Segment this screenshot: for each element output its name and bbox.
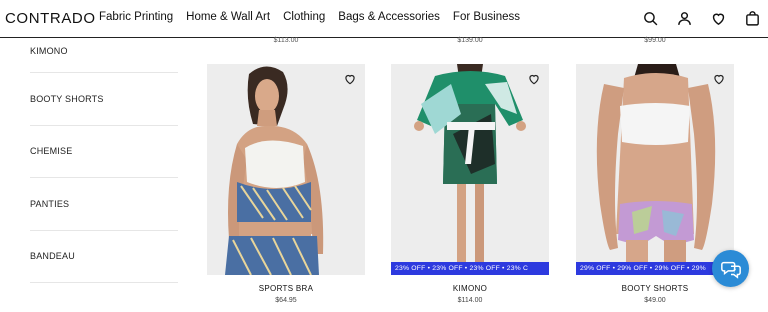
wishlist-heart-icon[interactable] [712, 72, 726, 86]
sidebar-item-bandeau[interactable]: BANDEAU [30, 231, 178, 283]
wishlist-heart-icon[interactable] [527, 72, 541, 86]
nav-item-for-business[interactable]: For Business [453, 11, 520, 23]
product-price: $49.00 [644, 297, 666, 304]
nav-item-clothing[interactable]: Clothing [283, 11, 325, 23]
discount-banner: 29% OFF • 29% OFF • 29% OFF • 29% [576, 262, 734, 275]
product-name[interactable]: SPORTS BRA [207, 284, 365, 293]
site-logo[interactable]: CONTRADO [5, 10, 96, 27]
product-image[interactable]: 23% OFF • 23% OFF • 23% OFF • 23% C [391, 64, 549, 275]
booty-shorts-model-image [596, 64, 716, 275]
user-icon[interactable] [674, 8, 694, 28]
main-nav: Fabric Printing Home & Wall Art Clothing… [99, 11, 533, 23]
prev-row-price: $139.00 [457, 37, 483, 44]
product-image[interactable] [207, 64, 365, 275]
chat-help-button[interactable]: ? [712, 250, 749, 287]
nav-item-home-wall-art[interactable]: Home & Wall Art [186, 11, 270, 23]
prev-row-price: $99.00 [644, 37, 666, 44]
product-name[interactable]: KIMONO [391, 284, 549, 293]
wishlist-heart-icon[interactable] [343, 72, 357, 86]
sports-bra-model-image [225, 66, 324, 275]
category-sidebar: KIMONO BOOTY SHORTS CHEMISE PANTIES BAND… [30, 46, 178, 283]
site-header: CONTRADO Fabric Printing Home & Wall Art… [0, 0, 768, 38]
product-image[interactable]: 29% OFF • 29% OFF • 29% OFF • 29% [576, 64, 734, 275]
discount-banner: 23% OFF • 23% OFF • 23% OFF • 23% C [391, 262, 549, 275]
nav-item-fabric-printing[interactable]: Fabric Printing [99, 11, 173, 23]
product-price: $64.95 [275, 297, 297, 304]
search-icon[interactable] [640, 8, 660, 28]
prev-row-price: $113.00 [273, 37, 299, 44]
sidebar-item-booty-shorts[interactable]: BOOTY SHORTS [30, 73, 178, 126]
sidebar-item-panties[interactable]: PANTIES [30, 178, 178, 231]
chat-help-icon: ? [720, 261, 741, 279]
heart-icon[interactable] [708, 8, 728, 28]
header-icons [640, 8, 762, 28]
product-card-booty-shorts[interactable]: 29% OFF • 29% OFF • 29% OFF • 29% BOOTY … [576, 64, 734, 304]
sidebar-item-chemise[interactable]: CHEMISE [30, 126, 178, 178]
product-card-kimono[interactable]: 23% OFF • 23% OFF • 23% OFF • 23% C KIMO… [391, 64, 549, 304]
product-card-sports-bra[interactable]: SPORTS BRA $64.95 [207, 64, 365, 304]
shopping-bag-icon[interactable] [742, 8, 762, 28]
kimono-model-image [414, 64, 526, 264]
sidebar-item-kimono[interactable]: KIMONO [30, 46, 178, 73]
nav-item-bags-accessories[interactable]: Bags & Accessories [338, 11, 440, 23]
product-name[interactable]: BOOTY SHORTS [576, 284, 734, 293]
svg-text:?: ? [733, 268, 736, 274]
product-price: $114.00 [457, 297, 483, 304]
